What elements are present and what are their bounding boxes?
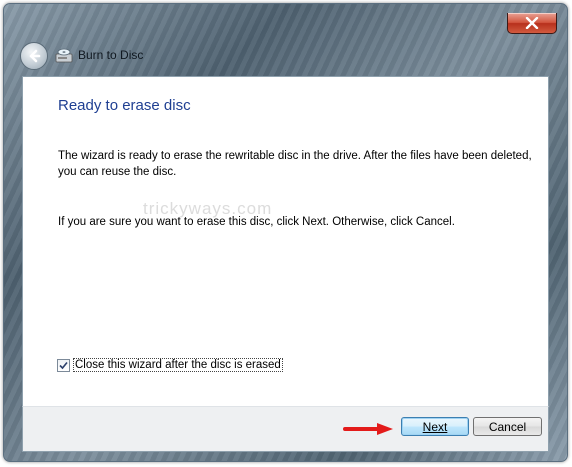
close-icon — [525, 17, 539, 29]
page-heading: Ready to erase disc — [58, 97, 191, 114]
back-button[interactable] — [20, 42, 48, 70]
instruction-text: If you are sure you want to erase this d… — [58, 216, 455, 228]
close-wizard-option[interactable]: Close this wizard after the disc is eras… — [57, 358, 283, 372]
close-button[interactable] — [507, 13, 557, 34]
cancel-button[interactable]: Cancel — [473, 417, 542, 436]
disc-burner-icon — [55, 48, 73, 63]
wizard-content: Ready to erase disc The wizard is ready … — [22, 76, 549, 407]
next-button[interactable]: Next — [401, 417, 469, 436]
checkmark-icon — [59, 361, 68, 369]
window-title: Burn to Disc — [78, 48, 144, 62]
next-button-label: Next — [422, 419, 448, 434]
red-arrow-icon — [343, 423, 393, 435]
button-bar: Next Cancel — [22, 406, 549, 452]
close-wizard-checkbox[interactable] — [57, 358, 70, 372]
close-wizard-label[interactable]: Close this wizard after the disc is eras… — [73, 358, 283, 372]
description-text: The wizard is ready to erase the rewrita… — [58, 150, 532, 178]
back-arrow-icon — [29, 49, 41, 63]
